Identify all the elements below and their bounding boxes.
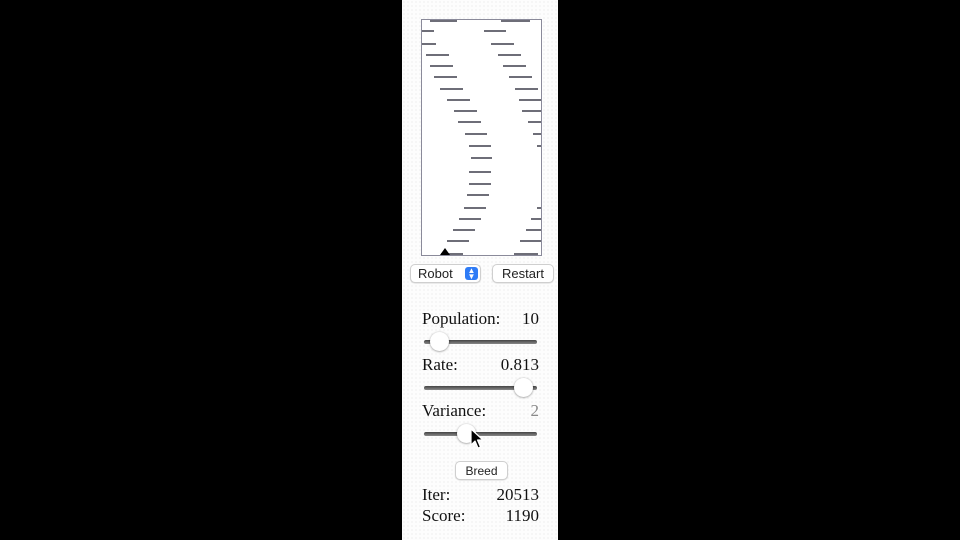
obstacle-segment bbox=[434, 76, 457, 78]
obstacle-segment bbox=[520, 240, 541, 242]
score-label: Score: bbox=[422, 506, 466, 525]
obstacle-segment bbox=[430, 20, 453, 22]
obstacle-segment bbox=[522, 110, 541, 112]
score-row: Score: 1190 bbox=[422, 506, 539, 526]
obstacle-segment bbox=[528, 121, 541, 123]
obstacle-segment bbox=[537, 145, 541, 147]
restart-button[interactable]: Restart bbox=[492, 264, 554, 283]
rate-row: Rate: 0.813 bbox=[422, 355, 539, 375]
variance-label: Variance: bbox=[422, 401, 487, 420]
obstacle-segment bbox=[426, 54, 449, 56]
variance-row: Variance: 2 bbox=[422, 401, 539, 421]
rate-value: 0.813 bbox=[500, 355, 539, 374]
obstacle-segment bbox=[422, 30, 434, 32]
control-panel: Robot ▲ ▼ Restart Population: 10 Rate: 0.… bbox=[402, 0, 558, 540]
rate-label: Rate: bbox=[422, 355, 458, 374]
population-row: Population: 10 bbox=[422, 309, 539, 329]
obstacle-segment bbox=[519, 99, 541, 101]
population-label: Population: bbox=[422, 309, 501, 328]
obstacle-segment bbox=[491, 43, 514, 45]
score-value: 1190 bbox=[505, 506, 539, 525]
rate-slider-thumb[interactable] bbox=[513, 378, 533, 397]
obstacle-segment bbox=[469, 171, 491, 173]
obstacle-segment bbox=[458, 121, 481, 123]
obstacle-segment bbox=[447, 99, 470, 101]
obstacle-segment bbox=[454, 110, 477, 112]
obstacle-segment bbox=[537, 207, 541, 209]
player-ship-icon bbox=[440, 248, 450, 255]
obstacle-segment bbox=[514, 253, 538, 255]
population-slider-thumb[interactable] bbox=[430, 332, 450, 351]
mouse-pointer-icon bbox=[470, 428, 484, 449]
obstacle-segment bbox=[498, 54, 521, 56]
population-slider[interactable] bbox=[424, 331, 537, 353]
obstacle-segment bbox=[430, 65, 453, 67]
obstacle-segment bbox=[515, 88, 538, 90]
obstacle-segment bbox=[422, 43, 436, 45]
game-field bbox=[422, 20, 541, 255]
rate-slider[interactable] bbox=[424, 377, 537, 399]
game-canvas bbox=[421, 19, 542, 256]
obstacle-segment bbox=[453, 229, 475, 231]
obstacle-segment bbox=[533, 133, 541, 135]
breed-button[interactable]: Breed bbox=[455, 461, 508, 480]
obstacle-segment bbox=[503, 65, 526, 67]
select-arrows-icon: ▲ ▼ bbox=[465, 266, 478, 280]
mode-select-value: Robot bbox=[418, 266, 453, 281]
population-value: 10 bbox=[522, 309, 539, 328]
iter-value: 20513 bbox=[496, 485, 540, 504]
obstacle-segment bbox=[531, 218, 541, 220]
obstacle-segment bbox=[469, 145, 491, 147]
obstacle-segment bbox=[526, 229, 541, 231]
iter-row: Iter: 20513 bbox=[422, 485, 539, 505]
mode-select[interactable]: Robot ▲ ▼ bbox=[410, 264, 481, 283]
obstacle-segment bbox=[484, 30, 506, 32]
obstacle-segment bbox=[440, 88, 463, 90]
obstacle-segment bbox=[471, 157, 492, 159]
obstacle-segment bbox=[501, 20, 524, 22]
variance-value: 2 bbox=[530, 401, 540, 420]
obstacle-segment bbox=[469, 183, 491, 185]
obstacle-segment bbox=[509, 76, 532, 78]
obstacle-segment bbox=[465, 133, 487, 135]
obstacle-segment bbox=[467, 194, 489, 196]
obstacle-segment bbox=[459, 218, 481, 220]
obstacle-segment bbox=[464, 207, 486, 209]
obstacle-segment bbox=[447, 240, 469, 242]
iter-label: Iter: bbox=[422, 485, 451, 504]
